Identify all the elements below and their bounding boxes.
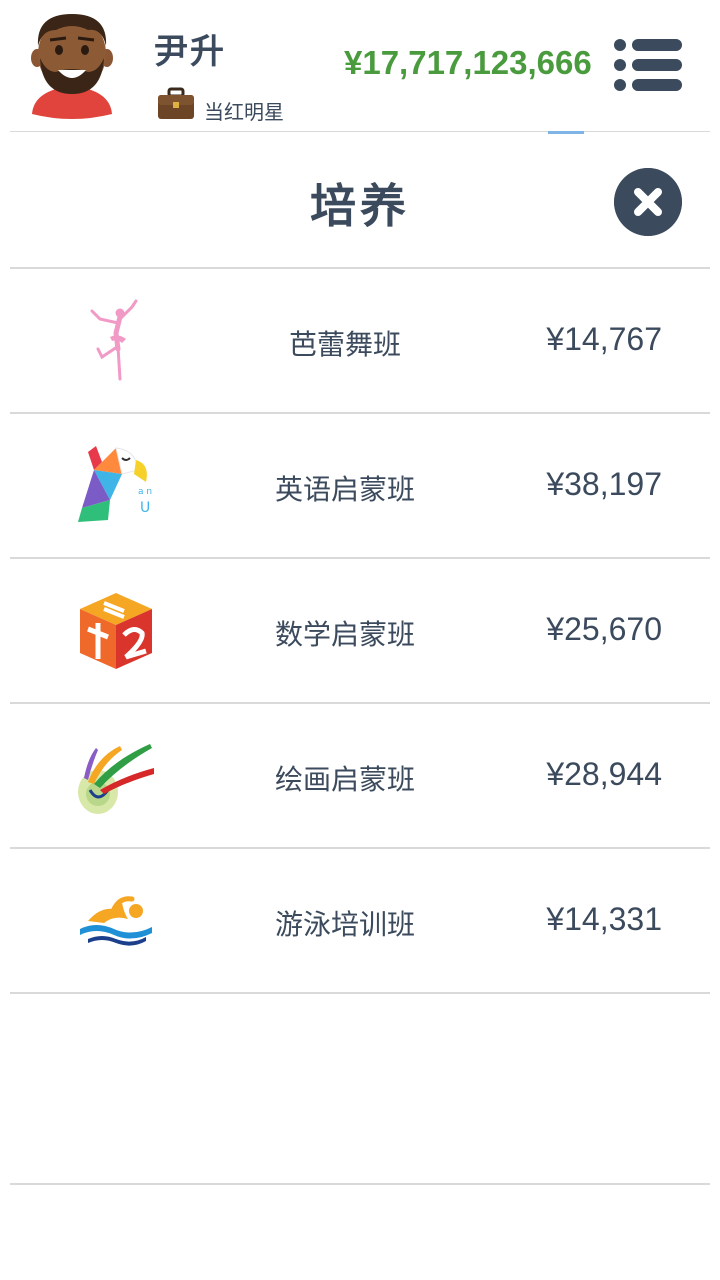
course-row-painting[interactable]: 绘画启蒙班 ¥28,944 [10,704,710,849]
player-name: 尹升 [154,32,226,72]
course-name: 数学启蒙班 [274,618,415,651]
menu-list-icon[interactable] [612,38,684,92]
ballet-dancer-icon [90,299,138,381]
money-balance: ¥17,717,123,666 [344,44,592,81]
course-row-swimming[interactable]: 游泳培训班 ¥14,331 [10,849,710,994]
top-header: 尹升 当红明星 ¥17,717,123,666 [0,0,720,134]
avatar-man-beard-icon[interactable] [22,6,122,120]
close-icon[interactable] [614,168,682,236]
course-price: ¥28,944 [546,756,662,792]
tab-indicator [548,131,584,134]
course-name: 英语启蒙班 [274,473,415,506]
player-title: 当红明星 [204,100,284,124]
svg-text:a n: a n [138,487,152,497]
bottom-divider [10,1183,710,1185]
course-name: 游泳培训班 [274,908,415,941]
svg-text:U: U [140,500,150,516]
course-name: 绘画启蒙班 [274,763,415,796]
math-cube-icon [80,593,152,669]
panel-title: 培养 [310,179,410,233]
course-row-english[interactable]: a n U 英语启蒙班 ¥38,197 [10,414,710,559]
course-row-math[interactable]: 数学启蒙班 ¥25,670 [10,559,710,704]
briefcase-icon [158,87,194,119]
course-row-ballet[interactable]: 芭蕾舞班 ¥14,767 [10,269,710,414]
header-divider [10,131,710,132]
swimmer-icon [80,896,152,946]
course-price: ¥25,670 [546,611,662,647]
parrot-abc-icon: a n U [78,446,152,522]
course-price: ¥38,197 [546,466,662,502]
course-price: ¥14,767 [546,321,662,357]
paint-palette-icon [78,744,154,814]
course-price: ¥14,331 [546,901,662,937]
course-list: 芭蕾舞班 ¥14,767 a n U 英语启蒙班 ¥38,197 数学启蒙班 ¥… [10,269,710,994]
course-name: 芭蕾舞班 [288,328,401,361]
